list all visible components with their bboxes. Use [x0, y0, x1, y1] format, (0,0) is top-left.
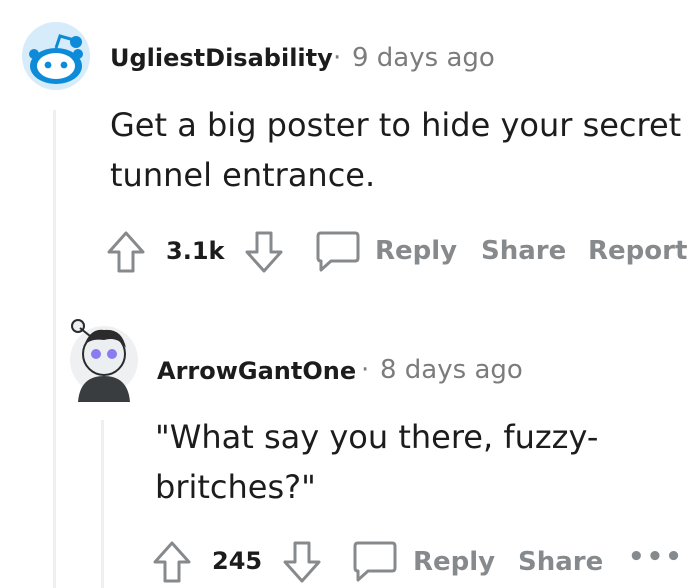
share-button[interactable]: Share [518, 547, 603, 577]
avatar[interactable] [22, 22, 90, 90]
downvote-arrow-icon [283, 541, 321, 583]
report-button[interactable]: Report [588, 236, 687, 266]
meta-separator: · [333, 43, 342, 73]
more-options-icon[interactable]: ••• [628, 542, 684, 572]
thread-line-top[interactable] [53, 110, 56, 588]
vote-score: 245 [212, 547, 263, 575]
reply-timestamp[interactable]: 8 days ago [380, 355, 523, 385]
reddit-snoo-avatar-icon [22, 22, 90, 90]
snoo-custom-avatar-icon [70, 319, 138, 402]
comment-body: Get a big poster to hide your secret tun… [110, 106, 682, 194]
reply-body: "What say you there, fuzzy-britches?" [155, 418, 599, 506]
avatar[interactable] [70, 314, 138, 404]
comment-button[interactable] [315, 230, 361, 274]
reply-author[interactable]: ArrowGantOne [157, 357, 356, 385]
comment-button[interactable] [352, 540, 398, 584]
comment-bubble-icon [353, 541, 397, 582]
thread-line-reply[interactable] [101, 420, 104, 588]
meta-separator: · [361, 355, 370, 385]
upvote-arrow-icon [107, 231, 145, 273]
downvote-button[interactable] [282, 540, 322, 584]
comment-bubble-icon [316, 231, 360, 272]
comment-timestamp[interactable]: 9 days ago [352, 43, 495, 73]
upvote-button[interactable] [106, 230, 146, 274]
vote-score: 3.1k [166, 237, 225, 265]
downvote-arrow-icon [245, 231, 283, 273]
upvote-arrow-icon [153, 541, 191, 583]
reply-button[interactable]: Reply [375, 236, 457, 266]
share-button[interactable]: Share [481, 236, 566, 266]
reply-button[interactable]: Reply [413, 547, 495, 577]
downvote-button[interactable] [244, 230, 284, 274]
upvote-button[interactable] [152, 540, 192, 584]
comment-author[interactable]: UgliestDisability [110, 44, 333, 72]
